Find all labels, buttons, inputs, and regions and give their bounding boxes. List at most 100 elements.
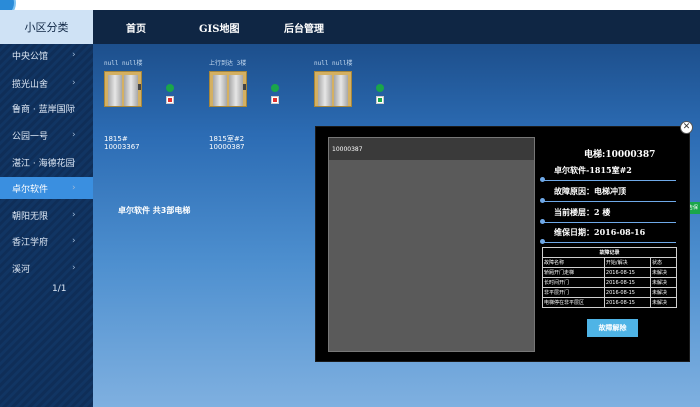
elevator-code: 10000387	[209, 143, 245, 151]
info-fault-reason: 故障原因：电梯冲顶	[540, 182, 676, 204]
fault-date: 2016-08-15	[603, 267, 652, 278]
alarm-status-icon	[271, 96, 279, 104]
divider	[542, 180, 676, 181]
sidebar-item-xihe[interactable]: 溪河 ›	[0, 257, 93, 279]
fault-name: 轿厢开门走梯	[542, 267, 605, 278]
column-header: 故障名称	[542, 257, 605, 268]
table-row: 轿厢开门走梯 2016-08-15 未解决	[542, 267, 677, 278]
elevator-3[interactable]	[314, 71, 352, 107]
elevator-detail-popup: 10000387 电梯:10000387 卓尔软件-1815室#2 故障原因：电…	[315, 126, 690, 362]
info-floor: 当前楼层：2 楼	[540, 203, 676, 225]
video-title: 10000387	[332, 146, 363, 153]
elevator-1[interactable]	[104, 71, 142, 107]
elevator-title: 电梯:10000387	[584, 150, 656, 160]
fault-date: 2016-08-15	[603, 277, 652, 288]
nav-home[interactable]: 首页	[126, 10, 146, 44]
table-header-row: 故障名称 开始/解决 状态	[542, 257, 677, 268]
elevator-name: 1815#	[104, 135, 128, 143]
chevron-right-icon: ›	[72, 157, 76, 167]
info-floor-text: 当前楼层：2 楼	[554, 207, 611, 217]
chevron-right-icon: ›	[72, 263, 76, 273]
table-row: 非平层开门 2016-08-15 未解决	[542, 287, 677, 298]
door-left	[318, 75, 332, 106]
info-fault-text: 故障原因：电梯冲顶	[554, 186, 626, 196]
clear-fault-button[interactable]: 故障解除	[587, 319, 638, 337]
info-location: 卓尔软件-1815室#2	[540, 161, 676, 183]
divider	[542, 201, 676, 202]
column-header: 开始/解决	[603, 257, 652, 268]
elevator-2[interactable]	[209, 71, 247, 107]
alarm-status-icon	[166, 96, 174, 104]
online-status-icon	[271, 84, 279, 92]
button-panel	[243, 84, 246, 90]
sidebar-item-label: 揽光山舍	[12, 79, 49, 90]
door-left	[213, 75, 227, 106]
sidebar-item-lushang[interactable]: 鲁商 · 蓝岸国际 ›	[0, 97, 93, 119]
door-right	[124, 75, 138, 106]
elevator-info: 电梯:10000387 卓尔软件-1815室#2 故障原因：电梯冲顶 当前楼层：…	[540, 127, 682, 361]
fault-status: 未解决	[650, 297, 677, 308]
pager: 1/1	[52, 284, 67, 294]
sidebar-item-gongyuan[interactable]: 公园一号 ›	[0, 124, 93, 146]
button-panel	[138, 84, 141, 90]
elevator-status-text: null null楼	[104, 60, 143, 67]
online-status-icon	[376, 84, 384, 92]
video-monitor[interactable]: 10000387	[328, 137, 535, 352]
sidebar-item-languang[interactable]: 揽光山舍 ›	[0, 72, 93, 94]
info-maintenance-text: 维保日期：2016-08-16	[554, 227, 646, 237]
door-right	[229, 75, 243, 106]
table-caption: 故障记录	[542, 247, 677, 258]
sidebar-item-label: 中央公馆	[12, 51, 49, 62]
sidebar-item-label: 公园一号	[12, 131, 49, 142]
alarm-status-icon	[376, 96, 384, 104]
online-status-icon	[166, 84, 174, 92]
fault-name: 非平层开门	[542, 287, 605, 298]
sidebar-title: 小区分类	[0, 10, 93, 44]
elevator-status-text: 上行到达 3楼	[209, 60, 247, 67]
table-row: 长时间开门 2016-08-15 未解决	[542, 277, 677, 288]
top-bar	[0, 0, 700, 44]
sidebar-item-label: 鲁商 · 蓝岸国际	[12, 104, 75, 115]
fault-name: 长时间开门	[542, 277, 605, 288]
sidebar-item-zhongyang[interactable]: 中央公馆 ›	[0, 44, 93, 66]
door-right	[334, 75, 348, 106]
nav-admin[interactable]: 后台管理	[284, 10, 324, 44]
fault-status: 未解决	[650, 277, 677, 288]
sidebar-item-label: 湛江 · 海德花园	[12, 158, 75, 169]
elevator-code: 10003367	[104, 143, 140, 151]
sidebar-item-label: 香江学府	[12, 237, 49, 248]
video-header: 10000387	[329, 138, 534, 160]
nav-gis-map[interactable]: GIS地图	[199, 10, 239, 44]
sidebar-item-chaoyang[interactable]: 朝阳无限 ›	[0, 204, 93, 226]
divider	[542, 242, 676, 243]
sidebar-item-label: 卓尔软件	[12, 184, 49, 195]
chevron-right-icon: ›	[72, 183, 76, 193]
column-header: 状态	[650, 257, 677, 268]
chevron-right-icon: ›	[72, 78, 76, 88]
elevator-status-text: null null楼	[314, 60, 353, 67]
bullet-icon	[540, 239, 545, 244]
chevron-right-icon: ›	[72, 50, 76, 60]
info-location-text: 卓尔软件-1815室#2	[554, 165, 632, 175]
elevator-name: 1815室#2	[209, 135, 245, 143]
info-maintenance: 维保日期：2016-08-16	[540, 223, 676, 245]
chevron-right-icon: ›	[72, 210, 76, 220]
door-left	[108, 75, 122, 106]
sidebar-item-haide[interactable]: 湛江 · 海德花园 ›	[0, 151, 93, 173]
sidebar-item-label: 朝阳无限	[12, 211, 49, 222]
chevron-right-icon: ›	[72, 130, 76, 140]
fault-name: 电梯停在非平层区	[542, 297, 605, 308]
elevator-summary: 卓尔软件 共3部电梯	[118, 206, 191, 215]
chevron-right-icon: ›	[72, 103, 76, 113]
sidebar-item-label: 溪河	[12, 264, 31, 275]
table-row: 电梯停在非平层区 2016-08-15 未解决	[542, 297, 677, 308]
close-icon[interactable]: ✕	[680, 121, 693, 134]
sidebar-item-zhuoer[interactable]: 卓尔软件 ›	[0, 177, 93, 199]
fault-status: 未解决	[650, 267, 677, 278]
fault-record-table: 故障记录 故障名称 开始/解决 状态 轿厢开门走梯 2016-08-15 未解决…	[542, 247, 677, 308]
fault-date: 2016-08-15	[603, 287, 652, 298]
chevron-right-icon: ›	[72, 236, 76, 246]
fault-date: 2016-08-15	[603, 297, 652, 308]
fault-status: 未解决	[650, 287, 677, 298]
sidebar-item-xiangjiang[interactable]: 香江学府 ›	[0, 230, 93, 252]
